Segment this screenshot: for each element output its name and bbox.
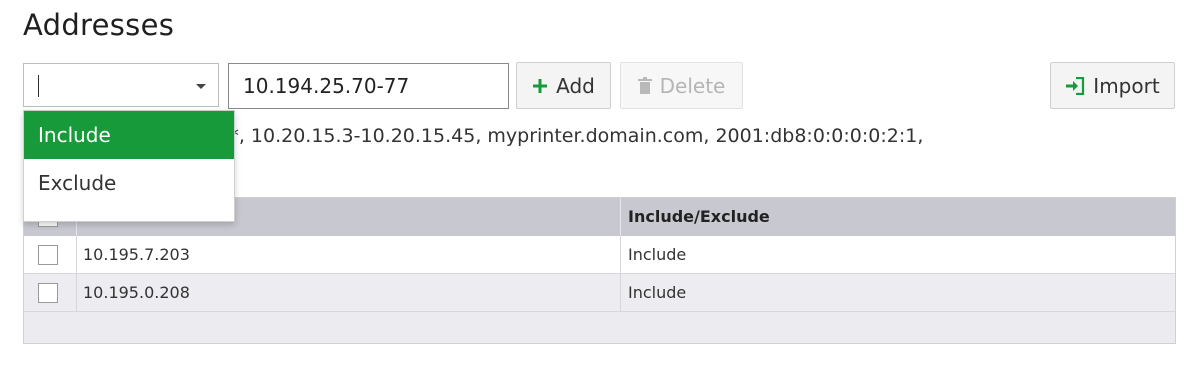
page-title: Addresses xyxy=(23,8,175,42)
mode-cell: Include xyxy=(620,236,686,273)
row-checkbox[interactable] xyxy=(38,283,58,303)
text-caret xyxy=(38,75,39,97)
import-button[interactable]: Import xyxy=(1050,62,1175,109)
delete-button-label: Delete xyxy=(659,73,726,98)
delete-button[interactable]: Delete xyxy=(620,62,743,109)
address-input[interactable] xyxy=(228,63,509,109)
import-button-label: Import xyxy=(1093,73,1160,98)
mode-cell: Include xyxy=(620,274,686,311)
row-checkbox[interactable] xyxy=(38,245,58,265)
address-cell: 10.195.7.203 xyxy=(76,236,190,273)
column-header-include-exclude[interactable]: Include/Exclude xyxy=(620,198,770,236)
include-exclude-dropdown-menu: Include Exclude xyxy=(23,110,235,222)
import-icon xyxy=(1065,76,1085,95)
plus-icon xyxy=(532,78,548,94)
trash-icon xyxy=(637,77,652,94)
chevron-down-icon[interactable] xyxy=(196,84,206,89)
address-cell: 10.195.0.208 xyxy=(76,274,190,311)
dropdown-option-exclude[interactable]: Exclude xyxy=(24,159,234,207)
add-button-label: Add xyxy=(556,73,595,98)
add-button[interactable]: Add xyxy=(516,62,611,109)
table-row[interactable]: 10.195.7.203 Include xyxy=(24,236,1175,274)
dropdown-option-include[interactable]: Include xyxy=(24,111,234,159)
include-exclude-select[interactable] xyxy=(23,63,219,107)
table-row[interactable]: 10.195.0.208 Include xyxy=(24,274,1175,312)
